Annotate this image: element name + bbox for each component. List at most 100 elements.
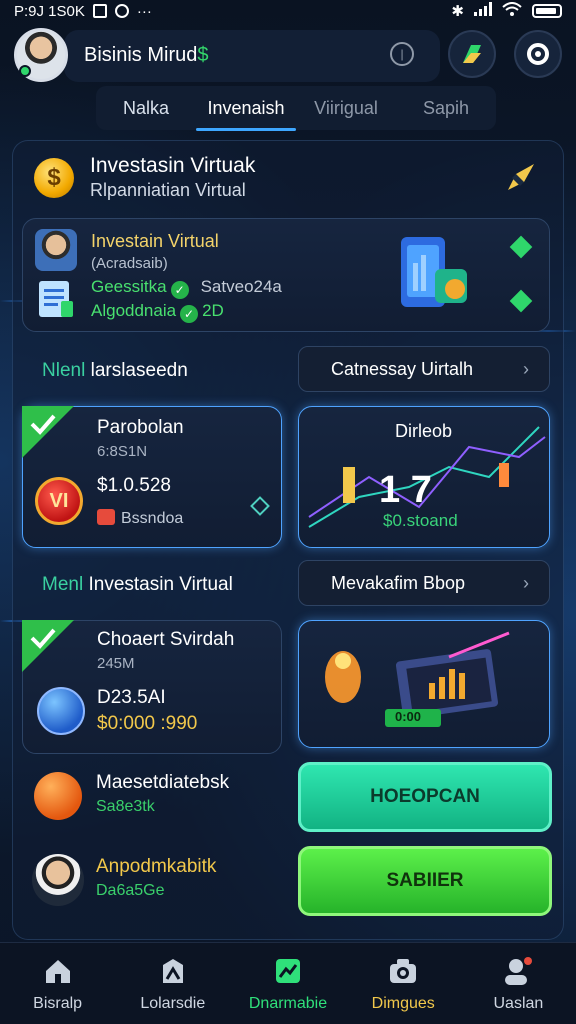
nav-item-camera[interactable]: Dimgues <box>346 943 461 1024</box>
list-item-meta: Sa8e3tk <box>96 798 155 815</box>
status-row-1: Geessitka ✓ Satveo24a <box>91 277 282 299</box>
nav-label-portfolio: Lolarsdie <box>140 994 206 1012</box>
status-row-2-label: Algoddnaia <box>91 301 177 320</box>
choaert-card[interactable]: Choaert Svirdah 245M D23.5AI $0:000 :990 <box>22 620 282 754</box>
mobile-finance-illustration <box>401 237 467 307</box>
person-avatar <box>32 854 84 906</box>
app-title-text: Bisinis Mirud <box>84 43 198 66</box>
more-icon: ··· <box>136 2 152 20</box>
diamond-icon <box>509 235 533 259</box>
bluetooth-icon: ✱ <box>451 3 464 20</box>
choaert-gold-value: $0:000 :990 <box>97 713 198 734</box>
nav-label-profile: Uaslan <box>493 994 544 1012</box>
choaert-title: Choaert Svirdah <box>97 629 235 650</box>
diamond-outline-icon <box>250 496 270 516</box>
app-title: Bisinis Mirud$ <box>84 44 208 67</box>
section-1-label: Nlenl larslaseedn <box>42 360 188 382</box>
chart-card-title: Dirleob <box>395 421 453 441</box>
check-icon: ✓ <box>180 305 199 323</box>
section-2-label-text: Investasin Virtual <box>88 574 233 595</box>
check-ribbon-icon <box>22 620 74 672</box>
green-action-button[interactable]: SABIIER <box>298 846 552 916</box>
laptop-tag: 0:00 <box>395 709 422 724</box>
tab-viirigual[interactable]: Viirigual <box>296 88 396 129</box>
tab-invenaish[interactable]: Invenaish <box>196 88 296 131</box>
status-row-1-value: Satveo24a <box>200 277 282 296</box>
wifi-icon <box>502 2 522 20</box>
app-header: Bisinis Mirud$ | <box>14 28 562 82</box>
section-1-link-label: Catnessay Uirtalh <box>331 358 474 379</box>
list-item[interactable]: Maesetdiatebsk Sa8e3tk <box>30 768 280 832</box>
chevron-right-icon: › <box>523 573 529 593</box>
nav-item-market[interactable]: Dnarmabie <box>230 943 345 1024</box>
wallet-icon <box>97 509 115 525</box>
settings-button[interactable] <box>514 30 562 78</box>
chart-card-value: $0.stoand <box>383 511 458 530</box>
section-2-link-label: Mevakafim Bbop <box>331 572 466 593</box>
nav-item-profile[interactable]: Uaslan <box>461 943 576 1024</box>
rocket-orb-icon <box>37 687 85 735</box>
section-1-label-text: larslaseedn <box>90 360 188 381</box>
vip-badge-icon: VI <box>35 477 83 525</box>
list-item-name: Anpodmkabitk <box>96 856 217 877</box>
section-2-label-accent: Menl <box>42 574 84 595</box>
investor-avatar <box>35 229 77 271</box>
nav-label-camera: Dimgues <box>371 994 435 1012</box>
portfolio-icon <box>162 958 183 983</box>
section-2-label: Menl Investasin Virtual <box>42 574 233 596</box>
growth-chart-card[interactable]: Dirleob 1 7 $0.stoand <box>298 406 550 548</box>
document-icon <box>39 281 73 317</box>
chart-card-number: 1 7 <box>379 469 432 511</box>
parobolan-title: Parobolan <box>97 417 184 438</box>
list-item[interactable]: Anpodmkabitk Da6a5Ge <box>30 852 280 916</box>
parobolan-sub: 6:8S1N <box>97 443 148 460</box>
rocket-icon[interactable] <box>504 160 538 194</box>
status-row-2: Algoddnaia ✓ 2D <box>91 301 224 323</box>
section-1-label-accent: Nlenl <box>42 360 86 381</box>
virtual-investment-card[interactable]: Investain Virtual (Acradsaib) Geessitka ✓… <box>22 218 550 332</box>
brand-logo-button[interactable] <box>448 30 496 78</box>
parobolan-small-text: Bssndoa <box>121 510 184 527</box>
online-indicator <box>19 65 31 77</box>
list-item-meta: Da6a5Ge <box>96 882 165 899</box>
choaert-sub: 245M <box>97 655 135 672</box>
laptop-analytics-card[interactable]: 0:00 <box>298 620 550 748</box>
section-1-link-button[interactable]: Catnessay Uirtalh › <box>298 346 550 392</box>
status-bar: P:9J 1S0K ··· ✱ <box>0 0 576 22</box>
diamond-icon <box>509 289 533 313</box>
avatar[interactable] <box>14 28 68 82</box>
home-icon <box>45 959 70 983</box>
app-title-accent: $ <box>197 43 209 66</box>
parobolan-card[interactable]: Parobolan 6:8S1N VI $1.0.528 Bssndoa <box>22 406 282 548</box>
parobolan-value: $1.0.528 <box>97 475 171 496</box>
chevron-right-icon: › <box>523 359 529 379</box>
intro-title: Investasin Virtuak <box>90 154 256 177</box>
gear-icon <box>527 43 549 65</box>
list-item-name: Maesetdiatebsk <box>96 772 230 793</box>
brand-logo-icon <box>463 45 481 63</box>
nav-label-home: Bisralp <box>33 994 83 1012</box>
nav-item-portfolio[interactable]: Lolarsdie <box>115 943 230 1024</box>
status-time: P:9J 1S0K <box>14 2 85 20</box>
card-note: (Acradsaib) <box>91 255 168 272</box>
battery-icon <box>532 4 562 18</box>
check-ribbon-icon <box>22 406 74 458</box>
parobolan-small: Bssndoa <box>97 509 183 528</box>
coin-icon: $ <box>34 158 74 198</box>
sync-icon <box>114 4 129 18</box>
nav-item-home[interactable]: Bisralp <box>0 943 115 1024</box>
choaert-value: D23.5AI <box>97 687 166 708</box>
teal-action-button[interactable]: HOEOPCAN <box>298 762 552 832</box>
notification-icon <box>92 4 107 18</box>
card-title: Investain Virtual <box>91 231 219 251</box>
portfolio-orb-icon <box>34 772 82 820</box>
status-row-1-label: Geessitka <box>91 277 167 296</box>
check-icon: ✓ <box>170 281 189 299</box>
tab-nalka[interactable]: Nalka <box>96 88 196 129</box>
laptop-chart-illustration <box>325 631 510 727</box>
intro-section: $ Investasin Virtuak Rlpanniatian Virtua… <box>32 152 552 212</box>
power-icon[interactable]: | <box>390 42 414 66</box>
bottom-nav: Bisralp Lolarsdie Dnarmabie Dimgues Uasl… <box>0 942 576 1024</box>
tab-sapih[interactable]: Sapih <box>396 88 496 129</box>
section-2-link-button[interactable]: Mevakafim Bbop › <box>298 560 550 606</box>
